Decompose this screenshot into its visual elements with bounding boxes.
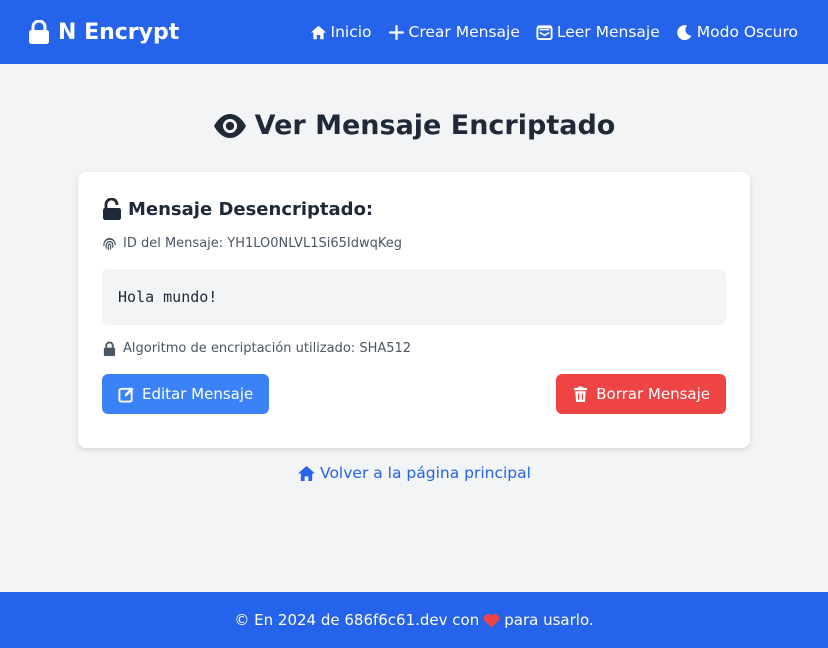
edit-icon [118, 386, 134, 403]
nav-read-label: Leer Mensaje [556, 23, 660, 41]
trash-icon [574, 385, 588, 402]
back-to-home-label: Volver a la página principal [320, 464, 531, 482]
message-card: Mensaje Desencriptado: ID del Mensaje: Y… [78, 172, 750, 448]
nav-home-label: Inicio [330, 23, 372, 41]
lock-icon [103, 341, 116, 356]
nav-dark-mode-label: Modo Oscuro [696, 23, 798, 41]
eye-icon [213, 113, 246, 138]
delete-message-button[interactable]: Borrar Mensaje [556, 374, 726, 414]
footer-text-after: para usarlo. [504, 611, 594, 629]
heart-icon [484, 613, 500, 628]
nav-create-link[interactable]: Crear Mensaje [388, 23, 520, 41]
message-id-text: ID del Mensaje: YH1LO0NLVL1Si65IdwqKeg [123, 236, 403, 251]
home-icon [310, 25, 326, 39]
edit-message-button[interactable]: Editar Mensaje [102, 374, 270, 414]
message-id-row: ID del Mensaje: YH1LO0NLVL1Si65IdwqKeg [102, 236, 726, 251]
card-title: Mensaje Desencriptado: [102, 198, 726, 220]
brand[interactable]: N Encrypt [28, 20, 179, 45]
home-icon [298, 465, 316, 481]
delete-message-label: Borrar Mensaje [596, 385, 710, 403]
card-actions: Editar Mensaje Borrar Mensaje [102, 374, 726, 414]
moon-icon [676, 24, 692, 40]
lock-icon [29, 20, 49, 44]
footer-text-before: © En 2024 de 686f6c61.dev con [234, 611, 480, 629]
nav-home-link[interactable]: Inicio [310, 23, 372, 41]
page-title-text: Ver Mensaje Encriptado [254, 110, 616, 141]
decrypted-message: Hola mundo! [102, 269, 726, 325]
navbar: N Encrypt Inicio Crear Mensaje Leer Mens… [0, 0, 828, 64]
card-title-text: Mensaje Desencriptado: [128, 198, 374, 220]
nav-create-label: Crear Mensaje [408, 23, 520, 41]
brand-name: N Encrypt [58, 19, 180, 45]
nav-links: Inicio Crear Mensaje Leer Mensaje Modo O… [310, 23, 798, 41]
fingerprint-icon [103, 238, 116, 251]
back-to-home-link[interactable]: Volver a la página principal [0, 464, 828, 482]
decrypted-message-text: Hola mundo! [118, 288, 218, 306]
nav-read-link[interactable]: Leer Mensaje [536, 23, 660, 41]
unlock-icon [103, 198, 121, 220]
nav-dark-mode-link[interactable]: Modo Oscuro [676, 23, 798, 41]
plus-icon [388, 24, 404, 40]
algorithm-row: Algoritmo de encriptación utilizado: SHA… [102, 341, 726, 356]
edit-message-label: Editar Mensaje [142, 385, 254, 403]
envelope-open-icon [536, 24, 553, 40]
page-title: Ver Mensaje Encriptado [0, 110, 828, 141]
footer: © En 2024 de 686f6c61.dev con para usarl… [0, 592, 828, 648]
algorithm-text: Algoritmo de encriptación utilizado: SHA… [123, 341, 412, 356]
